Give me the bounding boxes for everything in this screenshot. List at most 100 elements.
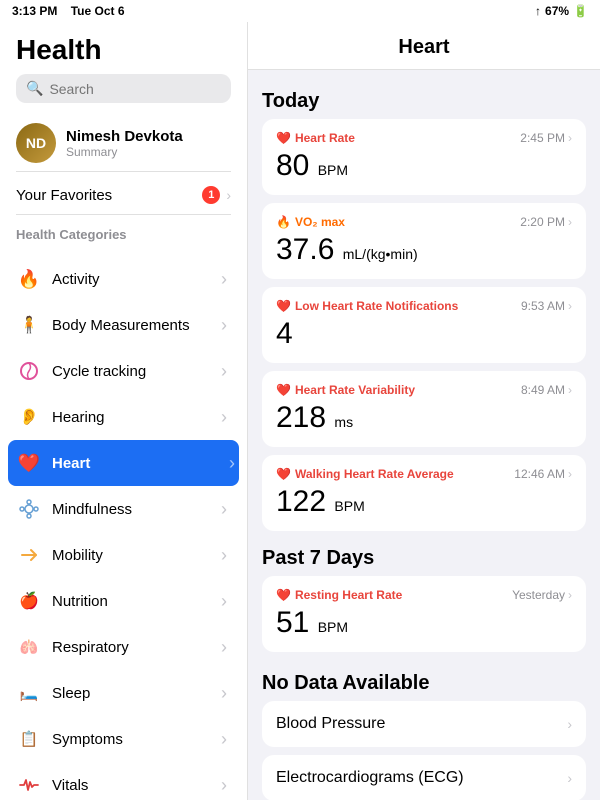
hrv-card[interactable]: ❤️ Heart Rate Variability 8:49 AM › 218 … <box>262 371 586 447</box>
sleep-icon: 🛏️ <box>16 680 42 706</box>
panel-content: Today ❤️ Heart Rate 2:45 PM › 80 BPM <box>248 70 600 800</box>
today-section-header: Today <box>262 82 586 119</box>
no-data-section: No Data Available Blood Pressure › Elect… <box>262 664 586 800</box>
walking-heart-rate-card[interactable]: ❤️ Walking Heart Rate Average 12:46 AM ›… <box>262 455 586 531</box>
low-heart-rate-card[interactable]: ❤️ Low Heart Rate Notifications 9:53 AM … <box>262 287 586 363</box>
low-heart-rate-time: 9:53 AM › <box>521 299 572 313</box>
heart-rate-card[interactable]: ❤️ Heart Rate 2:45 PM › 80 BPM <box>262 119 586 195</box>
sidebar-item-mindfulness[interactable]: Mindfulness <box>16 486 231 532</box>
panel-title: Heart <box>248 22 600 70</box>
resting-heart-rate-value: 51 BPM <box>276 606 572 640</box>
heart-rate-label: ❤️ Heart Rate <box>276 131 355 145</box>
no-data-header: No Data Available <box>262 664 586 701</box>
resting-heart-rate-card[interactable]: ❤️ Resting Heart Rate Yesterday › 51 BPM <box>262 576 586 652</box>
respiratory-icon: 🫁 <box>16 634 42 660</box>
hrv-icon: ❤️ <box>276 383 291 397</box>
search-icon: 🔍 <box>26 80 43 97</box>
ecg-label: Electrocardiograms (ECG) <box>276 769 464 787</box>
sidebar-item-heart[interactable]: ❤️ Heart <box>8 440 239 486</box>
chevron-right-icon: › <box>568 215 572 229</box>
signal-icon: ↑ <box>535 4 541 18</box>
chevron-right-icon: › <box>568 131 572 145</box>
user-profile[interactable]: ND Nimesh Devkota Summary <box>16 115 231 172</box>
resting-heart-icon: ❤️ <box>276 588 291 602</box>
vo2-max-card[interactable]: 🔥 VO₂ max 2:20 PM › 37.6 mL/(kg•min) <box>262 203 586 279</box>
heart-rate-value: 80 BPM <box>276 149 572 183</box>
favorites-chevron: › <box>226 187 231 203</box>
heart-label: Heart <box>52 455 90 472</box>
favorites-row[interactable]: Your Favorites 1 › <box>16 176 231 215</box>
user-info: Nimesh Devkota Summary <box>66 128 183 159</box>
low-heart-rate-value: 4 <box>276 317 572 351</box>
low-heart-rate-label: ❤️ Low Heart Rate Notifications <box>276 299 458 313</box>
heart-rate-time: 2:45 PM › <box>520 131 572 145</box>
vo2-value: 37.6 mL/(kg•min) <box>276 233 572 267</box>
nutrition-label: Nutrition <box>52 593 108 610</box>
sidebar-item-activity[interactable]: 🔥 Activity <box>16 256 231 302</box>
hearing-icon: 👂 <box>16 404 42 430</box>
nutrition-icon: 🍎 <box>16 588 42 614</box>
hrv-time: 8:49 AM › <box>521 383 572 397</box>
ecg-item[interactable]: Electrocardiograms (ECG) › <box>262 755 586 800</box>
battery-level: 67% <box>545 4 569 18</box>
body-measurements-label: Body Measurements <box>52 317 190 334</box>
blood-pressure-item[interactable]: Blood Pressure › <box>262 701 586 747</box>
respiratory-label: Respiratory <box>52 639 129 656</box>
cycle-tracking-icon <box>16 358 42 384</box>
walking-heart-rate-label: ❤️ Walking Heart Rate Average <box>276 467 454 481</box>
vitals-icon <box>16 772 42 798</box>
status-time: 3:13 PM Tue Oct 6 <box>12 4 125 18</box>
card-top: ❤️ Heart Rate 2:45 PM › <box>276 131 572 145</box>
hrv-value: 218 ms <box>276 401 572 435</box>
sidebar-item-hearing[interactable]: 👂 Hearing <box>16 394 231 440</box>
walking-heart-rate-time: 12:46 AM › <box>514 467 572 481</box>
flame-icon: 🔥 <box>276 215 291 229</box>
sidebar-item-mobility[interactable]: Mobility <box>16 532 231 578</box>
symptoms-icon: 📋 <box>16 726 42 752</box>
chevron-right-icon: › <box>568 588 572 602</box>
sidebar-item-vitals[interactable]: Vitals <box>16 762 231 800</box>
heart-icon: ❤️ <box>16 450 42 476</box>
activity-label: Activity <box>52 271 100 288</box>
heart-rate-icon: ❤️ <box>276 131 291 145</box>
sidebar: Health 🔍 ND Nimesh Devkota Summary Your … <box>0 22 248 800</box>
blood-pressure-label: Blood Pressure <box>276 715 385 733</box>
sidebar-item-symptoms[interactable]: 📋 Symptoms <box>16 716 231 762</box>
hearing-label: Hearing <box>52 409 105 426</box>
sleep-label: Sleep <box>52 685 90 702</box>
activity-icon: 🔥 <box>16 266 42 292</box>
walking-heart-rate-value: 122 BPM <box>276 485 572 519</box>
search-input[interactable] <box>49 81 221 97</box>
mobility-label: Mobility <box>52 547 103 564</box>
sidebar-item-cycle-tracking[interactable]: Cycle tracking <box>16 348 231 394</box>
mobility-icon <box>16 542 42 568</box>
past7days-section-header: Past 7 Days <box>262 539 586 576</box>
chevron-right-icon: › <box>568 467 572 481</box>
sidebar-header: Health 🔍 ND Nimesh Devkota Summary Your … <box>0 22 247 256</box>
mindfulness-label: Mindfulness <box>52 501 132 518</box>
sidebar-item-sleep[interactable]: 🛏️ Sleep <box>16 670 231 716</box>
sidebar-item-respiratory[interactable]: 🫁 Respiratory <box>16 624 231 670</box>
favorites-badge: 1 <box>202 186 220 204</box>
sidebar-item-body-measurements[interactable]: 🧍 Body Measurements <box>16 302 231 348</box>
resting-heart-rate-label: ❤️ Resting Heart Rate <box>276 588 402 602</box>
status-right: ↑ 67% 🔋 <box>535 4 588 18</box>
symptoms-label: Symptoms <box>52 731 123 748</box>
ecg-chevron: › <box>567 770 572 786</box>
right-panel: Heart Today ❤️ Heart Rate 2:45 PM › <box>248 22 600 800</box>
chevron-right-icon: › <box>568 299 572 313</box>
vo2-time: 2:20 PM › <box>520 215 572 229</box>
status-bar: 3:13 PM Tue Oct 6 ↑ 67% 🔋 <box>0 0 600 22</box>
cycle-tracking-label: Cycle tracking <box>52 363 146 380</box>
favorites-right: 1 › <box>202 186 231 204</box>
sidebar-item-nutrition[interactable]: 🍎 Nutrition <box>16 578 231 624</box>
app-title: Health <box>16 34 231 66</box>
mindfulness-icon <box>16 496 42 522</box>
battery-icon: 🔋 <box>573 4 588 18</box>
low-heart-icon: ❤️ <box>276 299 291 313</box>
avatar: ND <box>16 123 56 163</box>
search-bar[interactable]: 🔍 <box>16 74 231 103</box>
hrv-label: ❤️ Heart Rate Variability <box>276 383 415 397</box>
main-container: Health 🔍 ND Nimesh Devkota Summary Your … <box>0 22 600 800</box>
vo2-label: 🔥 VO₂ max <box>276 215 345 229</box>
